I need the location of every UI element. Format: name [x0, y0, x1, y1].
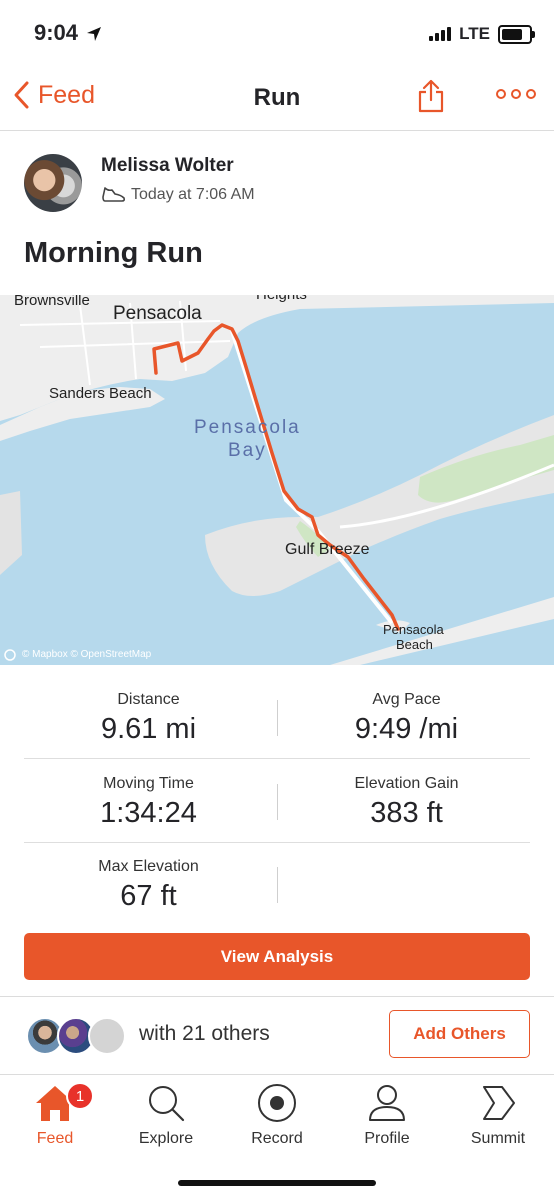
profile-icon: [369, 1085, 405, 1121]
tab-summit[interactable]: Summit: [443, 1080, 553, 1148]
stat-elevation-gain: Elevation Gain 383 ft: [268, 775, 545, 830]
group-avatar[interactable]: [88, 1017, 126, 1055]
tabbar-divider: [0, 1074, 554, 1075]
stat-value: 9:49 /mi: [354, 713, 459, 745]
map-label-pensacola: Pensacola: [113, 303, 202, 324]
attribution-info-icon[interactable]: [4, 649, 16, 661]
tab-profile[interactable]: Profile: [332, 1080, 442, 1148]
map-label-brownsville: Brownsville: [14, 295, 90, 309]
dot-icon: [496, 89, 506, 99]
location-arrow-icon: [87, 27, 102, 42]
status-indicators: LTE: [429, 24, 535, 44]
stat-value: 67 ft: [120, 880, 177, 912]
tab-label: Record: [251, 1130, 303, 1147]
athlete-name[interactable]: Melissa Wolter: [101, 155, 234, 177]
record-icon: [258, 1084, 296, 1122]
activity-timestamp: Today at 7:06 AM: [131, 186, 255, 203]
map-label-heights: Heights: [256, 295, 307, 303]
view-analysis-button[interactable]: View Analysis: [24, 933, 530, 980]
share-icon: [418, 79, 444, 113]
stat-value: 9.61 mi: [100, 713, 197, 745]
stat-distance: Distance 9.61 mi: [10, 691, 287, 746]
tab-label: Summit: [470, 1130, 526, 1147]
tab-record[interactable]: Record: [222, 1080, 332, 1148]
battery-icon: [498, 24, 535, 44]
stat-value: 383 ft: [370, 797, 443, 829]
tab-feed[interactable]: 1 Feed: [0, 1080, 110, 1148]
share-button[interactable]: [417, 78, 445, 119]
search-icon: [149, 1086, 185, 1122]
map-label-pensacola-beach-line1: Pensacola: [383, 622, 444, 637]
tab-label: Explore: [138, 1130, 194, 1147]
nav-divider: [0, 130, 554, 131]
route-map[interactable]: Brownsville Heights Pensacola Sanders Be…: [0, 295, 554, 665]
page-title: Run: [253, 84, 301, 111]
summit-icon: [483, 1086, 515, 1120]
stat-label: Avg Pace: [372, 691, 441, 708]
stat-avg-pace: Avg Pace 9:49 /mi: [268, 691, 545, 746]
tab-label: Profile: [364, 1130, 410, 1147]
map-label-bay-line2: Bay: [228, 440, 267, 461]
dot-icon: [511, 89, 521, 99]
map-label-pensacola-beach-line2: Beach: [396, 637, 433, 652]
stat-divider: [277, 867, 278, 903]
signal-icon: [429, 27, 452, 41]
stat-value: 1:34:24: [100, 797, 197, 829]
notification-badge: 1: [66, 1082, 94, 1110]
tab-explore[interactable]: Explore: [111, 1080, 221, 1148]
stats-row-divider: [24, 842, 530, 843]
more-options-button[interactable]: [496, 89, 536, 99]
stat-label: Elevation Gain: [354, 775, 459, 792]
network-type: LTE: [459, 24, 490, 43]
tab-label: Feed: [36, 1130, 74, 1147]
activity-title: Morning Run: [24, 237, 203, 269]
map-label-gulf-breeze: Gulf Breeze: [285, 541, 370, 558]
add-others-button[interactable]: Add Others: [389, 1010, 530, 1058]
run-shoe-icon: [101, 184, 127, 209]
map-label-sanders-beach: Sanders Beach: [49, 385, 152, 402]
athlete-avatar[interactable]: [24, 154, 82, 212]
section-divider: [0, 996, 554, 997]
map-label-bay-line1: Pensacola: [194, 417, 301, 438]
stat-label: Distance: [117, 691, 180, 708]
home-indicator[interactable]: [178, 1180, 376, 1186]
dot-icon: [526, 89, 536, 99]
stat-label: Max Elevation: [98, 858, 199, 875]
stat-max-elevation: Max Elevation 67 ft: [10, 858, 287, 913]
status-time: 9:04: [34, 20, 102, 46]
stats-row-divider: [24, 758, 530, 759]
stat-moving-time: Moving Time 1:34:24: [10, 775, 287, 830]
stat-label: Moving Time: [103, 775, 194, 792]
group-others-text[interactable]: with 21 others: [139, 1022, 270, 1046]
map-attribution[interactable]: © Mapbox © OpenStreetMap: [22, 649, 151, 660]
